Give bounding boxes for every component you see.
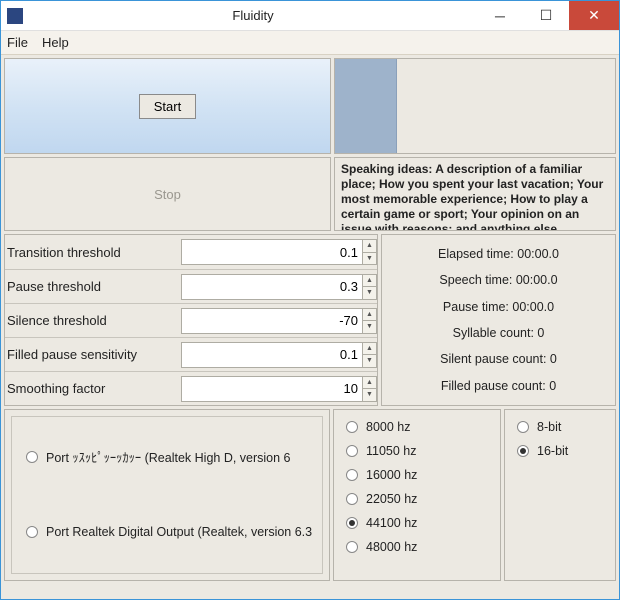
spin-down-icon[interactable]: ▼ xyxy=(363,355,376,367)
content-area: Start Stop Speaking ideas: A description… xyxy=(1,55,619,599)
rate-22050[interactable]: 22050 hz xyxy=(346,492,488,506)
param-label: Transition threshold xyxy=(5,245,181,260)
pause-spinner[interactable]: ▲▼ xyxy=(363,274,377,300)
stat-pause: Pause time: 00:00.0 xyxy=(443,300,554,314)
filled-input[interactable] xyxy=(181,342,363,368)
port-label: Port ｯｽｯﾋﾟｯｰｯｶｯｰ (Realtek High D, versio… xyxy=(46,447,291,466)
stat-filled: Filled pause count: 0 xyxy=(441,379,556,393)
window-buttons: ─ ☐ ✕ xyxy=(477,1,619,30)
spin-up-icon[interactable]: ▲ xyxy=(363,377,376,390)
stat-silent: Silent pause count: 0 xyxy=(440,352,557,366)
smoothing-input[interactable] xyxy=(181,376,363,402)
rate-label: 11050 hz xyxy=(366,444,417,458)
spin-down-icon[interactable]: ▼ xyxy=(363,321,376,333)
param-transition: Transition threshold ▲▼ xyxy=(5,235,377,269)
radio-icon xyxy=(346,445,358,457)
stat-syllable: Syllable count: 0 xyxy=(453,326,545,340)
radio-icon xyxy=(346,541,358,553)
param-label: Pause threshold xyxy=(5,279,181,294)
start-panel: Start xyxy=(4,58,331,154)
app-window: Fluidity ─ ☐ ✕ File Help Start Stop Spea… xyxy=(0,0,620,600)
smoothing-spinner[interactable]: ▲▼ xyxy=(363,376,377,402)
bit-8[interactable]: 8-bit xyxy=(517,420,603,434)
radio-icon xyxy=(517,445,529,457)
rate-16000[interactable]: 16000 hz xyxy=(346,468,488,482)
silence-spinner[interactable]: ▲▼ xyxy=(363,308,377,334)
rate-48000[interactable]: 48000 hz xyxy=(346,540,488,554)
spin-up-icon[interactable]: ▲ xyxy=(363,309,376,322)
param-smoothing: Smoothing factor ▲▼ xyxy=(5,371,377,405)
port-option-1[interactable]: Port ｯｽｯﾋﾟｯｰｯｶｯｰ (Realtek High D, versio… xyxy=(12,447,322,466)
stop-button[interactable]: Stop xyxy=(154,187,181,202)
bit-label: 8-bit xyxy=(537,420,561,434)
radio-icon xyxy=(346,421,358,433)
rate-label: 44100 hz xyxy=(366,516,417,530)
start-button[interactable]: Start xyxy=(139,94,196,119)
param-silence: Silence threshold ▲▼ xyxy=(5,303,377,337)
rate-11050[interactable]: 11050 hz xyxy=(346,444,488,458)
spin-up-icon[interactable]: ▲ xyxy=(363,343,376,356)
spin-up-icon[interactable]: ▲ xyxy=(363,275,376,288)
spin-down-icon[interactable]: ▼ xyxy=(363,389,376,401)
minimize-button[interactable]: ─ xyxy=(477,1,523,30)
radio-icon xyxy=(346,469,358,481)
ideas-panel: Speaking ideas: A description of a famil… xyxy=(334,157,616,231)
port-option-2[interactable]: Port Realtek Digital Output (Realtek, ve… xyxy=(12,525,322,539)
param-label: Smoothing factor xyxy=(5,381,181,396)
stat-speech: Speech time: 00:00.0 xyxy=(439,273,557,287)
param-pause: Pause threshold ▲▼ xyxy=(5,269,377,303)
radio-icon xyxy=(517,421,529,433)
param-filled: Filled pause sensitivity ▲▼ xyxy=(5,337,377,371)
radio-icon xyxy=(26,526,38,538)
stop-panel: Stop xyxy=(4,157,331,231)
progress-fill xyxy=(335,59,397,153)
transition-spinner[interactable]: ▲▼ xyxy=(363,239,377,265)
rate-panel: 8000 hz 11050 hz 16000 hz 22050 hz 44100… xyxy=(333,409,501,581)
rate-8000[interactable]: 8000 hz xyxy=(346,420,488,434)
bit-16[interactable]: 16-bit xyxy=(517,444,603,458)
rate-label: 48000 hz xyxy=(366,540,417,554)
param-label: Silence threshold xyxy=(5,313,181,328)
maximize-button[interactable]: ☐ xyxy=(523,1,569,30)
pause-input[interactable] xyxy=(181,274,363,300)
stats-panel: Elapsed time: 00:00.0 Speech time: 00:00… xyxy=(381,234,616,406)
ports-group: Port ｯｽｯﾋﾟｯｰｯｶｯｰ (Realtek High D, versio… xyxy=(11,416,323,574)
close-button[interactable]: ✕ xyxy=(569,1,619,30)
rate-label: 8000 hz xyxy=(366,420,410,434)
bit-panel: 8-bit 16-bit xyxy=(504,409,616,581)
radio-icon xyxy=(26,451,38,463)
rate-label: 16000 hz xyxy=(366,468,417,482)
titlebar: Fluidity ─ ☐ ✕ xyxy=(1,1,619,31)
port-label: Port Realtek Digital Output (Realtek, ve… xyxy=(46,525,312,539)
radio-icon xyxy=(346,517,358,529)
radio-icon xyxy=(346,493,358,505)
rate-label: 22050 hz xyxy=(366,492,417,506)
menu-file[interactable]: File xyxy=(7,35,28,50)
spin-down-icon[interactable]: ▼ xyxy=(363,287,376,299)
progress-panel xyxy=(334,58,616,154)
app-icon xyxy=(7,8,23,24)
spin-up-icon[interactable]: ▲ xyxy=(363,240,376,253)
bit-label: 16-bit xyxy=(537,444,568,458)
filled-spinner[interactable]: ▲▼ xyxy=(363,342,377,368)
menu-help[interactable]: Help xyxy=(42,35,69,50)
stat-elapsed: Elapsed time: 00:00.0 xyxy=(438,247,559,261)
ports-panel: Port ｯｽｯﾋﾟｯｰｯｶｯｰ (Realtek High D, versio… xyxy=(4,409,330,581)
menubar: File Help xyxy=(1,31,619,55)
param-label: Filled pause sensitivity xyxy=(5,347,181,362)
params-panel: Transition threshold ▲▼ Pause threshold … xyxy=(4,234,378,406)
window-title: Fluidity xyxy=(29,8,477,23)
rate-44100[interactable]: 44100 hz xyxy=(346,516,488,530)
transition-input[interactable] xyxy=(181,239,363,265)
spin-down-icon[interactable]: ▼ xyxy=(363,253,376,265)
silence-input[interactable] xyxy=(181,308,363,334)
